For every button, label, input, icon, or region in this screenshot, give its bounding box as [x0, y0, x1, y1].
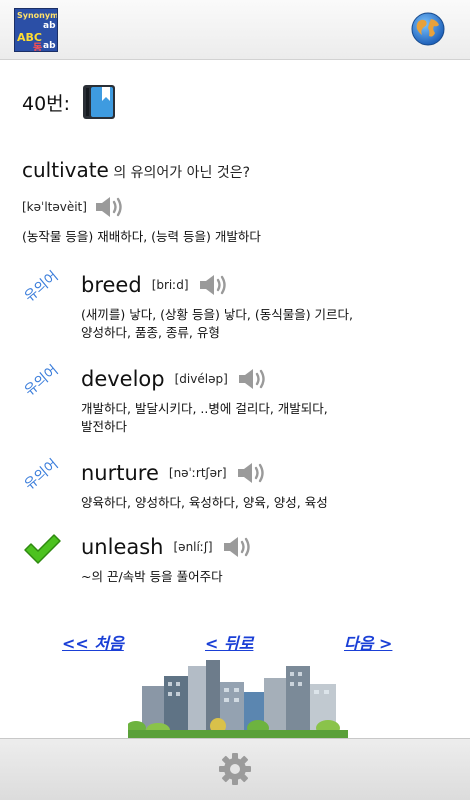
definition-line: ~의 끈/속박 등을 풀어주다 — [81, 569, 223, 584]
synonym-tag: 유의어 — [21, 268, 62, 306]
gear-icon[interactable] — [217, 751, 253, 787]
question-text: cultivate 의 유의어가 아닌 것은? — [22, 158, 250, 182]
app-logo: Synonym ab ABC 동 ab — [14, 8, 58, 52]
question-pronunciation: [kəˈltəvèit] — [22, 200, 87, 214]
definition-line: 양육하다, 양성하다, 육성하다, 양육, 양성, 육성 — [81, 495, 328, 510]
choice-header: breed [briːd] — [81, 272, 231, 298]
synonym-tag: 유의어 — [21, 456, 62, 494]
choice-pronunciation: [divéləp] — [174, 372, 228, 386]
synonym-tag: 유의어 — [21, 362, 62, 400]
bottom-bar — [0, 738, 470, 800]
choice-header: unleash [ənlíːʃ] — [81, 534, 255, 560]
question-meaning: (농작물 등을) 재배하다, (능력 등을) 개발하다 — [22, 229, 261, 244]
choice-word: nurture — [81, 461, 159, 485]
choice-definition: 양육하다, 양성하다, 육성하다, 양육, 양성, 육성 — [81, 494, 451, 512]
next-link[interactable]: 다음 > — [344, 630, 392, 654]
choice-definition: (새끼를) 낳다, (상황 등을) 낳다, (동식물을) 기르다, 양성하다, … — [81, 306, 451, 342]
choice-definition: 개발하다, 발달시키다, ..병에 걸리다, 개발되다, 발전하다 — [81, 400, 451, 436]
choice-pronunciation: [nəˈːrtʃər] — [168, 466, 227, 480]
choice-word: unleash — [81, 535, 164, 559]
speaker-icon[interactable] — [235, 460, 269, 486]
definition-line: (새끼를) 낳다, (상황 등을) 낳다, (동식물을) 기르다, — [81, 307, 354, 322]
question-prompt: 의 유의어가 아닌 것은? — [108, 165, 251, 181]
logo-text: 동 — [33, 43, 43, 52]
choice-header: nurture [nəˈːrtʃər] — [81, 460, 269, 486]
definition-line: 양성하다, 품종, 종류, 유형 — [81, 325, 220, 340]
question-number: 40번: — [22, 92, 71, 115]
globe-icon[interactable] — [411, 12, 445, 46]
speaker-icon[interactable] — [221, 534, 255, 560]
logo-text: ab — [43, 41, 56, 51]
navigation-links: << 처음 < 뒤로 다음 > — [0, 630, 470, 654]
bookmark-book-icon[interactable] — [82, 84, 116, 120]
speaker-icon[interactable] — [236, 366, 270, 392]
speaker-icon[interactable] — [93, 194, 127, 220]
choice-header: develop [divéləp] — [81, 366, 270, 392]
question-number-row: 40번: — [22, 84, 116, 120]
speaker-icon[interactable] — [197, 272, 231, 298]
first-link[interactable]: << 처음 — [62, 630, 124, 654]
city-skyline-illustration — [128, 660, 348, 738]
choice-pronunciation: [ənlíːʃ] — [173, 540, 213, 554]
definition-line: 개발하다, 발달시키다, ..병에 걸리다, 개발되다, — [81, 401, 328, 416]
top-bar: Synonym ab ABC 동 ab — [0, 0, 470, 60]
choice-word: breed — [81, 273, 142, 297]
choice-word: develop — [81, 367, 165, 391]
question-word: cultivate — [22, 158, 109, 182]
logo-text: Synonym — [17, 11, 58, 20]
checkmark-icon — [24, 534, 61, 564]
choice-pronunciation: [briːd] — [151, 278, 189, 292]
choice-definition: ~의 끈/속박 등을 풀어주다 — [81, 568, 451, 586]
definition-line: 발전하다 — [81, 419, 128, 434]
question-pronunciation-row: [kəˈltəvèit] — [22, 194, 127, 220]
back-link[interactable]: < 뒤로 — [205, 630, 253, 654]
logo-text: ab — [43, 21, 56, 31]
